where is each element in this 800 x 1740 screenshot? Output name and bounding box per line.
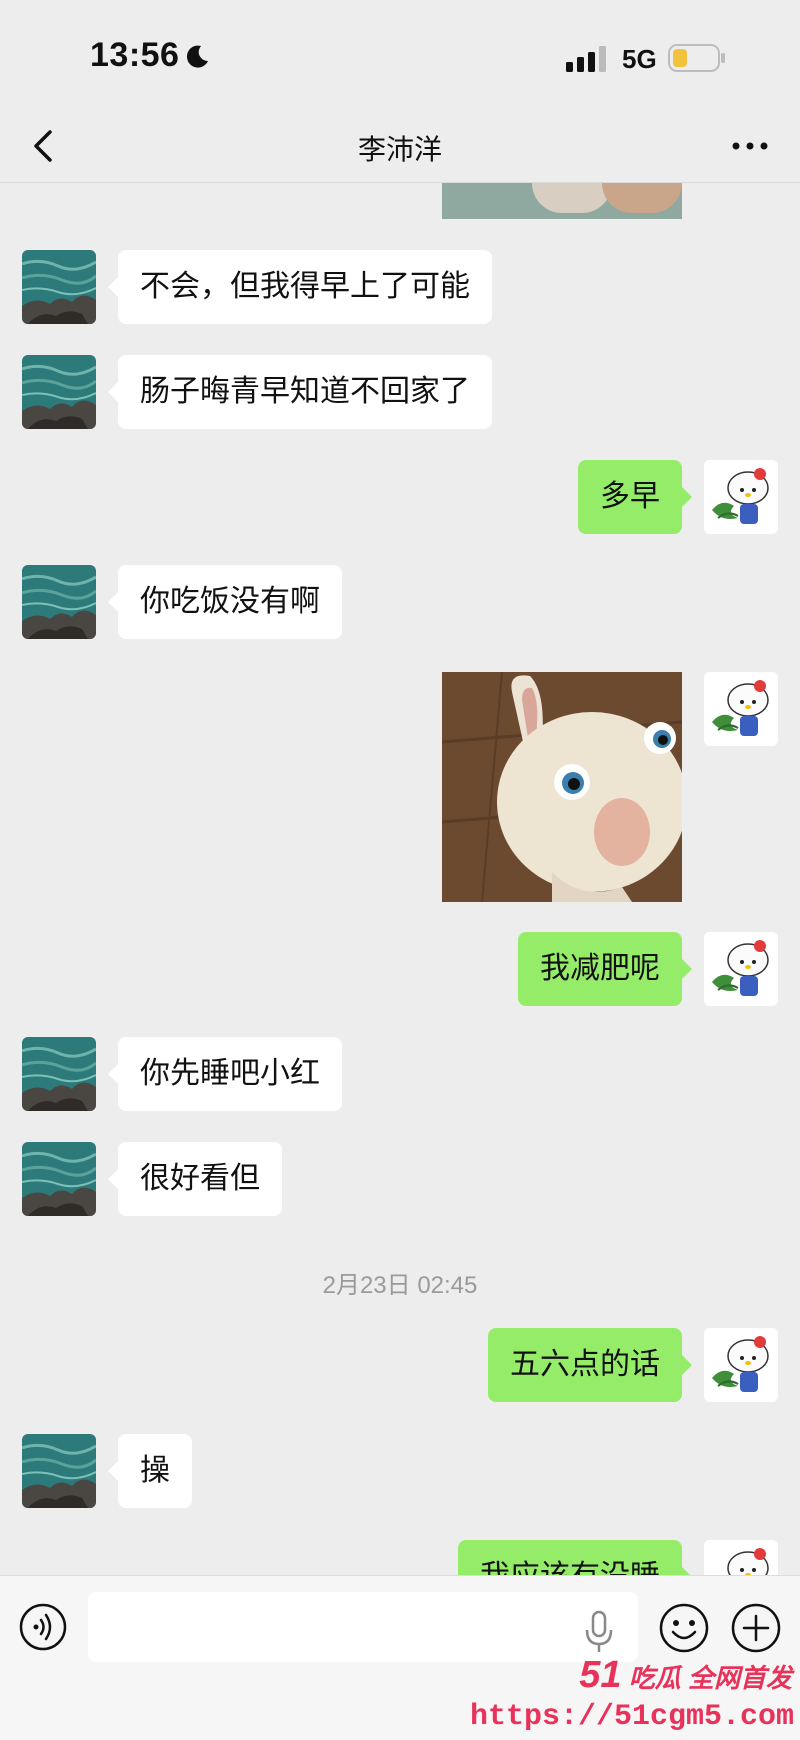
contact-avatar[interactable]: [22, 1142, 96, 1216]
received-message-bubble[interactable]: 不会，但我得早上了可能: [108, 250, 492, 324]
more-button[interactable]: [726, 124, 774, 168]
contact-avatar[interactable]: [22, 250, 96, 324]
chat-timestamp: 2月23日 02:45: [322, 1272, 478, 1299]
contact-avatar[interactable]: [22, 355, 96, 429]
my-avatar[interactable]: [704, 1328, 778, 1402]
partial-image-message[interactable]: [442, 183, 682, 219]
my-avatar[interactable]: [704, 932, 778, 1006]
moon-icon: [186, 45, 208, 68]
status-time: 13:56: [90, 36, 180, 74]
network-label: 5G: [622, 44, 657, 74]
chat-title: 李沛洋: [357, 134, 442, 165]
watermark-brand-text: 吃瓜 全网首发: [628, 1663, 792, 1693]
sent-message-bubble[interactable]: 多早: [578, 460, 692, 534]
received-message-bubble[interactable]: 很好看但: [108, 1142, 282, 1216]
emoji-button[interactable]: [658, 1602, 710, 1654]
rabbid-sticker[interactable]: [442, 672, 682, 902]
battery-icon: [668, 44, 725, 72]
status-bar: 13:56 5G: [0, 0, 800, 110]
contact-avatar[interactable]: [22, 565, 96, 639]
contact-avatar[interactable]: [22, 1037, 96, 1111]
my-avatar[interactable]: [704, 1540, 778, 1575]
sent-message-bubble[interactable]: 我应该有没睡: [458, 1540, 692, 1575]
received-message-bubble[interactable]: 你先睡吧小红: [108, 1037, 342, 1111]
signal-icon: [566, 46, 606, 72]
sent-message-bubble[interactable]: 五六点的话: [488, 1328, 692, 1402]
watermark-brand: 51 吃瓜 全网首发: [579, 1654, 792, 1697]
contact-avatar[interactable]: [22, 1434, 96, 1508]
voice-toggle-button[interactable]: [18, 1602, 68, 1652]
chat-header: 李沛洋: [0, 110, 800, 183]
received-message-bubble[interactable]: 肠子晦青早知道不回家了: [108, 355, 492, 429]
message-list[interactable]: 不会，但我得早上了可能 肠子晦青早知道不回家了 多早 你吃饭没有啊 我减肥呢 你…: [0, 183, 800, 1575]
my-avatar[interactable]: [704, 672, 778, 746]
received-message-bubble[interactable]: 操: [108, 1434, 192, 1508]
my-avatar[interactable]: [704, 460, 778, 534]
received-message-bubble[interactable]: 你吃饭没有啊: [108, 565, 342, 639]
watermark-url: https://51cgm5.com: [469, 1700, 794, 1734]
sent-message-bubble[interactable]: 我减肥呢: [518, 932, 692, 1006]
watermark: 51 吃瓜 全网首发 https://51cgm5.com: [470, 1648, 800, 1739]
watermark-number: 51: [579, 1654, 622, 1696]
add-button[interactable]: [730, 1602, 782, 1654]
